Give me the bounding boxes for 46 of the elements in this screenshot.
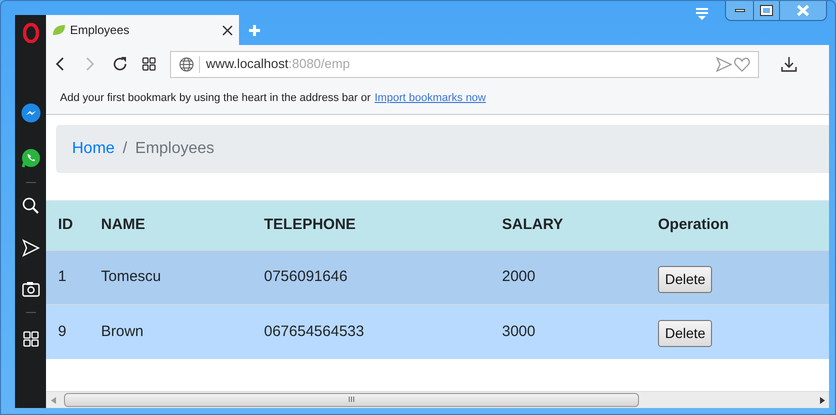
menu-icon[interactable]	[695, 7, 709, 21]
table-cell: 9	[58, 322, 66, 340]
scrollbar-thumb[interactable]: III	[64, 393, 639, 407]
column-header: TELEPHONE	[264, 216, 356, 234]
leaf-icon	[52, 24, 66, 36]
back-icon[interactable]	[54, 56, 66, 72]
camera-icon[interactable]	[22, 281, 40, 297]
heart-icon[interactable]	[734, 56, 750, 72]
address-bar[interactable]: www.localhost:8080/emp	[170, 50, 759, 78]
close-icon	[797, 5, 809, 16]
column-header: SALARY	[502, 216, 564, 234]
delete-button[interactable]: Delete	[658, 320, 712, 348]
scroll-right-icon[interactable]	[820, 396, 825, 404]
reload-icon[interactable]	[112, 56, 128, 72]
url-text: www.localhost:8080/emp	[206, 55, 351, 74]
globe-icon	[179, 56, 194, 72]
bookmarks-hint: Add your first bookmark by using the heart in the address bar or	[60, 91, 371, 106]
column-header: NAME	[101, 216, 146, 234]
grid-icon[interactable]	[22, 331, 38, 347]
table-cell: Tomescu	[101, 268, 162, 286]
column-header: Operation	[658, 216, 729, 234]
table-cell: 3000	[502, 322, 536, 340]
maximize-button[interactable]	[754, 1, 780, 20]
browser-tab[interactable]: Employees	[46, 15, 239, 45]
breadcrumb-separator: /	[122, 139, 128, 159]
column-header: ID	[58, 216, 73, 234]
table-cell: 067654564533	[264, 322, 364, 340]
breadcrumb-current: Employees	[135, 139, 214, 159]
table-cell: 0756091646	[264, 268, 348, 286]
table-cell: 1	[58, 268, 66, 286]
table-cell: Brown	[101, 322, 144, 340]
chat-app-icon[interactable]	[20, 148, 40, 168]
grid-icon[interactable]	[142, 57, 156, 71]
download-icon[interactable]	[781, 56, 797, 72]
minimize-button[interactable]	[726, 1, 754, 20]
browser-logo-icon[interactable]	[22, 23, 38, 43]
table-cell: 2000	[502, 268, 536, 286]
close-tab-icon[interactable]	[222, 24, 233, 36]
delete-button[interactable]: Delete	[658, 266, 712, 293]
messenger-icon[interactable]	[20, 103, 40, 123]
new-tab-icon[interactable]	[248, 24, 261, 37]
tab-title: Employees	[70, 22, 130, 39]
horizontal-scrollbar[interactable]: III	[46, 391, 829, 408]
import-bookmarks-link[interactable]: Import bookmarks now	[374, 90, 486, 107]
scrollbar-grip: III	[348, 396, 355, 404]
search-icon[interactable]	[22, 197, 40, 215]
